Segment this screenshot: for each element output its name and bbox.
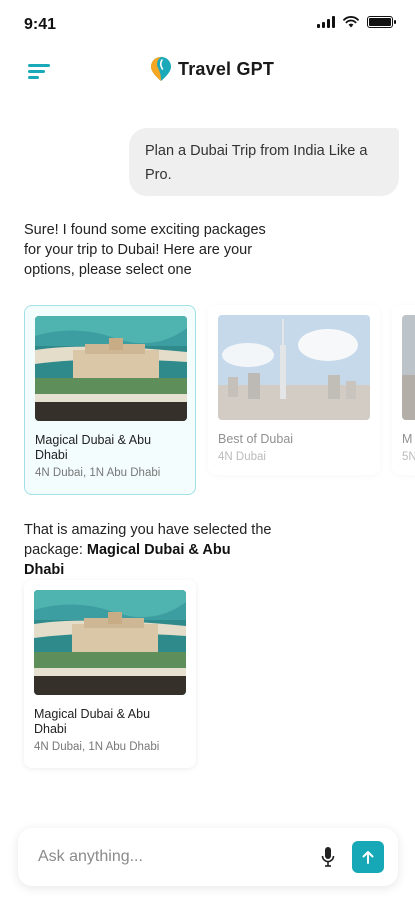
status-icons — [317, 16, 396, 28]
brand: Travel GPT — [150, 56, 274, 82]
app-title: Travel GPT — [178, 58, 275, 79]
package-image-burj-khalifa — [218, 315, 370, 420]
status-bar: 9:41 — [0, 0, 415, 48]
package-card-third[interactable]: M 5N — [392, 305, 415, 475]
wifi-icon — [343, 16, 359, 28]
microphone-icon[interactable] — [320, 846, 336, 868]
package-card-magical-dubai[interactable]: Magical Dubai & Abu Dhabi 4N Dubai, 1N A… — [24, 305, 196, 495]
send-button[interactable] — [352, 841, 384, 873]
package-title: Magical Dubai & Abu Dhabi — [34, 707, 151, 736]
package-title: Magical Dubai & Abu Dhabi — [35, 433, 152, 462]
package-duration: 4N Dubai, 1N Abu Dhabi — [34, 741, 160, 753]
location-pin-logo-icon — [151, 57, 171, 81]
package-title: Best of Dubai — [218, 432, 294, 446]
package-image-palm-resort — [34, 590, 186, 695]
ask-input[interactable] — [38, 842, 308, 872]
package-card-best-of-dubai[interactable]: Best of Dubai 4N Dubai — [208, 305, 380, 475]
signal-icon — [317, 16, 335, 28]
menu-button[interactable] — [28, 60, 54, 82]
package-image-city — [402, 315, 415, 420]
composer — [18, 828, 398, 886]
status-time: 9:41 — [24, 16, 57, 33]
package-title: M — [402, 432, 413, 446]
battery-icon — [367, 16, 396, 28]
package-image-palm-resort — [35, 316, 187, 421]
send-arrow-icon — [362, 851, 374, 864]
user-message-bubble: Plan a Dubai Trip from India Like a Pro. — [129, 128, 399, 196]
hamburger-menu-icon — [28, 64, 50, 67]
bot-message: Sure! I found some exciting packages for… — [24, 222, 266, 278]
package-duration: 4N Dubai, 1N Abu Dhabi — [35, 467, 161, 479]
hamburger-line — [28, 76, 39, 79]
package-duration: 5N — [402, 451, 415, 463]
hamburger-line — [28, 70, 45, 73]
package-duration: 4N Dubai — [218, 451, 266, 463]
selected-package-card[interactable]: Magical Dubai & Abu Dhabi 4N Dubai, 1N A… — [24, 580, 196, 768]
selection-message: That is amazing you have selected the pa… — [24, 520, 274, 580]
